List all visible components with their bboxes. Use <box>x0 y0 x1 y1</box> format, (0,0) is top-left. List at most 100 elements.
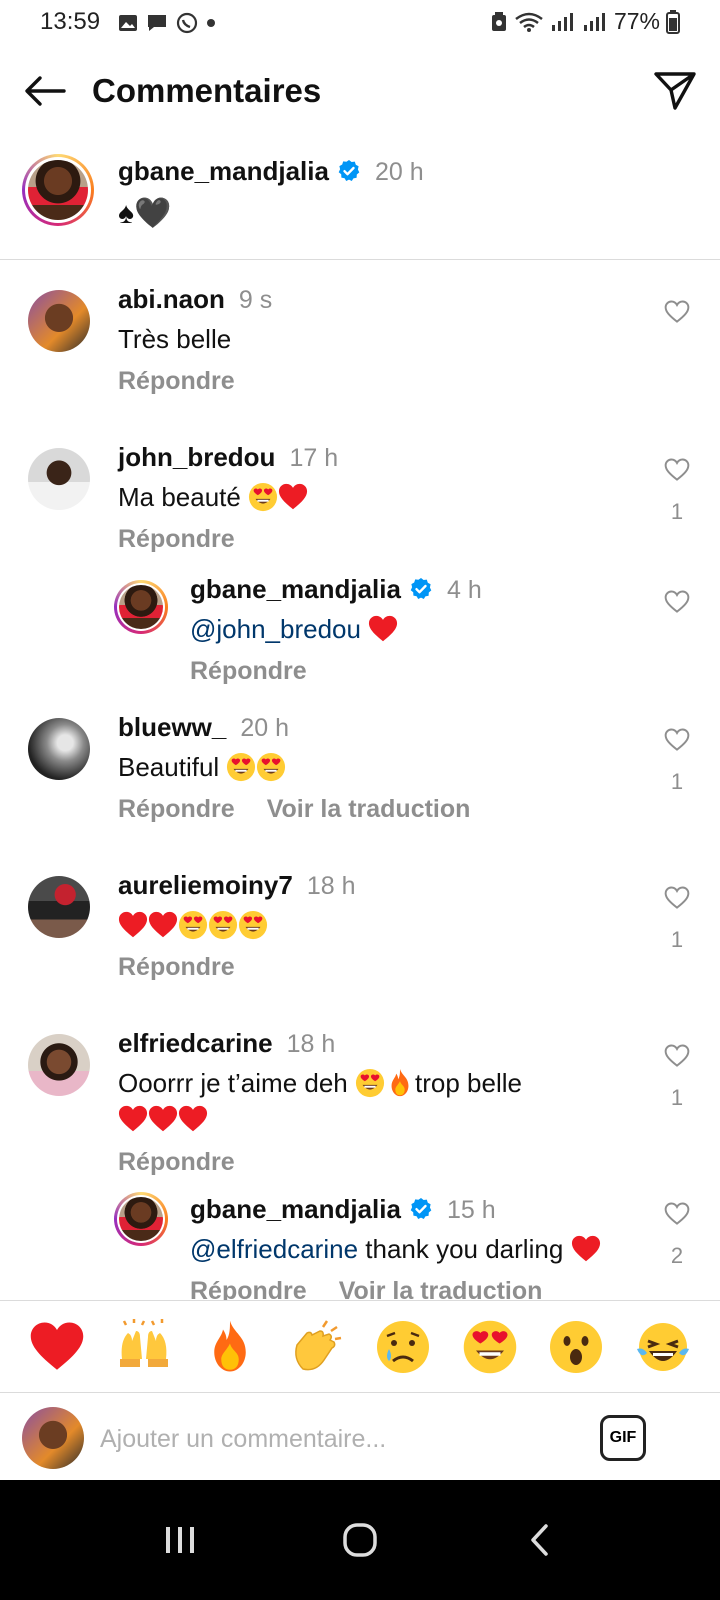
reply-button[interactable]: Répondre <box>190 657 307 686</box>
header: Commentaires <box>0 60 720 124</box>
share-button[interactable] <box>650 66 700 116</box>
red-heart-icon <box>148 910 178 940</box>
comment-text-cont: trop belle <box>415 1068 522 1098</box>
comment-username[interactable]: elfriedcarine <box>118 1028 273 1058</box>
like-count: 2 <box>670 1243 684 1268</box>
heart-eyes-icon <box>462 1319 518 1375</box>
whatsapp-icon <box>176 12 198 34</box>
comment-time: 15 h <box>446 1196 496 1224</box>
reaction-raising-hands[interactable] <box>114 1317 174 1377</box>
comment-text: Ooorrr je t’aime deh <box>118 1068 348 1098</box>
comment-text: Ma beauté <box>118 482 241 512</box>
like-button[interactable]: 1 <box>662 456 692 525</box>
quick-reactions-bar <box>0 1300 720 1392</box>
fire-icon <box>385 1068 415 1098</box>
reaction-surprised[interactable] <box>546 1317 606 1377</box>
commenter-avatar[interactable] <box>114 1192 168 1246</box>
arrow-left-icon <box>25 76 66 106</box>
reaction-clap[interactable] <box>287 1317 347 1377</box>
heart-eyes-icon <box>208 910 238 940</box>
red-heart-icon <box>118 1104 148 1134</box>
comment-text <box>118 907 638 943</box>
like-button[interactable]: 2 <box>662 1200 692 1269</box>
caption-avatar[interactable] <box>22 154 94 226</box>
comment-time: 18 h <box>306 872 356 900</box>
comment-username[interactable]: blueww_ <box>118 712 226 742</box>
like-count: 1 <box>670 769 684 794</box>
reply-button[interactable]: Répondre <box>118 795 235 824</box>
like-button[interactable]: 1 <box>662 884 692 953</box>
verified-badge-icon <box>409 1197 433 1221</box>
comment-input[interactable] <box>100 1419 570 1459</box>
translate-button[interactable]: Voir la traduction <box>339 1277 543 1300</box>
heart-outline-icon <box>663 456 691 484</box>
comment-text: thank you darling <box>358 1234 564 1264</box>
reply-button[interactable]: Répondre <box>118 953 235 982</box>
comment-composer: GIF <box>0 1392 720 1482</box>
commenter-avatar[interactable] <box>28 290 90 352</box>
heart-outline-icon <box>663 298 691 326</box>
mention-link[interactable]: @john_bredou <box>190 614 361 644</box>
like-button[interactable]: 1 <box>662 1042 692 1111</box>
red-heart-icon <box>368 614 398 644</box>
commenter-avatar[interactable] <box>28 718 90 780</box>
heart-outline-icon <box>663 1200 691 1228</box>
like-button[interactable] <box>662 588 692 621</box>
gallery-icon <box>119 15 137 31</box>
comment-username[interactable]: abi.naon <box>118 284 225 314</box>
reaction-heart[interactable] <box>27 1317 87 1377</box>
back-button[interactable] <box>22 68 68 114</box>
red-heart-icon <box>178 1104 208 1134</box>
data-saver-icon <box>491 11 506 31</box>
heart-eyes-icon <box>355 1068 385 1098</box>
reply-button[interactable]: Répondre <box>190 1277 307 1300</box>
like-count: 1 <box>670 1085 684 1110</box>
like-button[interactable] <box>662 298 692 331</box>
caption-username[interactable]: gbane_mandjalia <box>118 156 329 186</box>
signal-2-icon <box>583 12 605 31</box>
comment-username[interactable]: gbane_mandjalia <box>190 1194 401 1224</box>
heart-outline-icon <box>663 1042 691 1070</box>
red-heart-icon <box>29 1319 85 1375</box>
red-heart-icon <box>118 910 148 940</box>
reply-button[interactable]: Répondre <box>118 1148 235 1177</box>
heart-eyes-icon <box>226 752 256 782</box>
status-time: 13:59 <box>40 8 101 35</box>
gif-button[interactable]: GIF <box>600 1415 646 1461</box>
comment-username[interactable]: aureliemoiny7 <box>118 870 293 900</box>
mention-link[interactable]: @elfriedcarine <box>190 1234 358 1264</box>
page-title: Commentaires <box>92 72 322 109</box>
heart-eyes-icon <box>248 482 278 512</box>
translate-button[interactable]: Voir la traduction <box>267 795 471 824</box>
fire-icon <box>202 1319 258 1375</box>
recent-apps-button[interactable] <box>145 1505 215 1575</box>
reply-clip: gbane_mandjalia 15 h @elfriedcarine thank… <box>0 1180 720 1300</box>
home-icon <box>343 1523 377 1557</box>
raising-hands-icon <box>119 1318 168 1367</box>
comment-username[interactable]: gbane_mandjalia <box>190 574 401 604</box>
reaction-fire[interactable] <box>200 1317 260 1377</box>
heart-eyes-icon <box>178 910 208 940</box>
surprised-face-icon <box>550 1320 603 1373</box>
reply-button[interactable]: Répondre <box>118 367 235 396</box>
like-button[interactable]: 1 <box>662 726 692 795</box>
commenter-avatar[interactable] <box>114 580 168 634</box>
recent-apps-icon <box>166 1527 194 1553</box>
laughing-tears-icon <box>636 1322 689 1371</box>
home-button[interactable] <box>325 1505 395 1575</box>
system-back-button[interactable] <box>505 1505 575 1575</box>
reaction-crying[interactable] <box>373 1317 433 1377</box>
commenter-avatar[interactable] <box>28 448 90 510</box>
reply-button[interactable]: Répondre <box>118 525 235 554</box>
message-icon <box>148 15 166 31</box>
heart-eyes-icon <box>238 910 268 940</box>
reaction-heart-eyes[interactable] <box>460 1317 520 1377</box>
dot-icon <box>207 19 215 27</box>
commenter-avatar[interactable] <box>28 876 90 938</box>
reaction-laughing[interactable] <box>633 1317 693 1377</box>
notification-icons <box>118 12 216 34</box>
crying-face-icon <box>377 1320 430 1373</box>
comment-username[interactable]: john_bredou <box>118 442 275 472</box>
commenter-avatar[interactable] <box>28 1034 90 1096</box>
caption-time: 20 h <box>374 158 424 186</box>
